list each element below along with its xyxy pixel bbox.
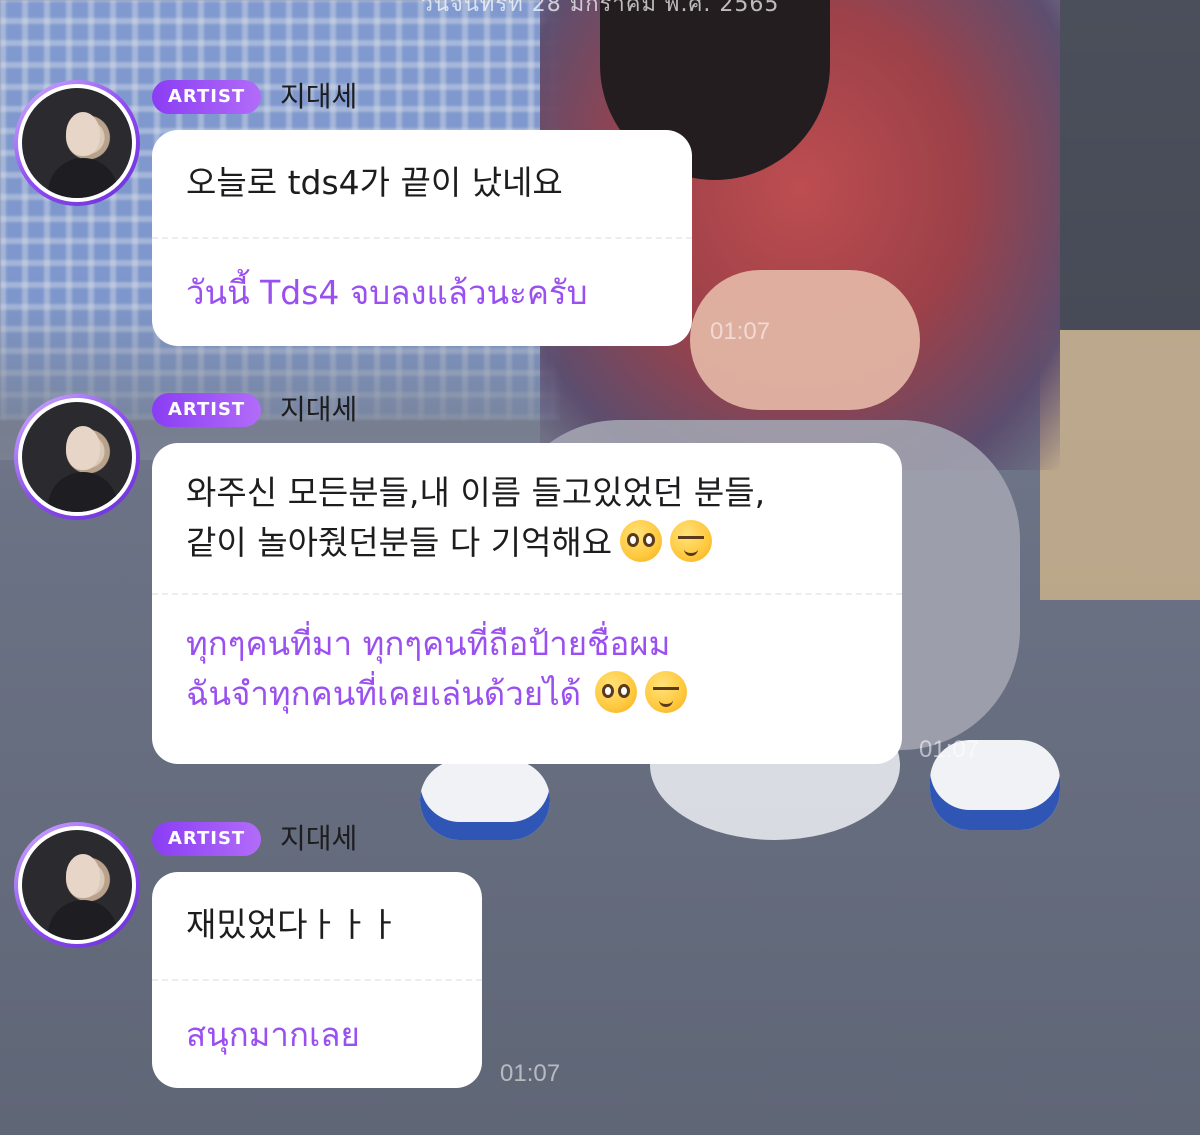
sender-name: 지대세	[280, 80, 358, 113]
original-text-line: 와주신 모든분들,내 이름 들고있었던 분들,	[186, 473, 766, 512]
artist-badge: ARTIST	[152, 822, 262, 856]
message-bubble[interactable]: 재밌었다ㅏㅏㅏ สนุกมากเลย	[152, 872, 482, 1088]
message-time: 01:07	[710, 318, 771, 345]
background-dark-corner	[1060, 0, 1200, 330]
translation-text-line: ทุกๆคนที่มา ทุกๆคนที่ถือป้ายชื่อผม	[186, 624, 671, 663]
original-text: 재밌었다ㅏㅏㅏ	[186, 905, 399, 944]
avatar[interactable]	[14, 394, 140, 520]
avatar-photo	[18, 398, 136, 516]
artist-badge: ARTIST	[152, 393, 262, 427]
pleading-face-icon	[595, 671, 638, 713]
original-text: 오늘로 tds4가 끝이 났네요	[186, 163, 563, 202]
original-text-line-2: 같이 놀아줬던분들 다 기억해요	[186, 518, 868, 568]
pleading-face-icon	[620, 520, 663, 562]
background-shoe-left	[420, 760, 550, 840]
date-header: วันจันทร์ที่ 28 มกราคม พ.ศ. 2565	[420, 0, 780, 17]
translation-text-line-2: ฉันจำทุกคนที่เคยเล่นด้วยได้	[186, 669, 868, 719]
message-bubble[interactable]: 오늘로 tds4가 끝이 났네요 วันนี้ Tds4 จบลงแล้วนะค…	[152, 130, 692, 346]
relieved-face-icon	[645, 671, 688, 713]
translation-text: วันนี้ Tds4 จบลงแล้วนะครับ	[186, 273, 588, 312]
artist-badge: ARTIST	[152, 80, 262, 114]
sender-name: 지대세	[280, 393, 358, 426]
message-time: 01:07	[919, 736, 980, 763]
message-bubble[interactable]: 와주신 모든분들,내 이름 들고있었던 분들, 같이 놀아줬던분들 다 기억해요…	[152, 443, 902, 764]
translation-text: สนุกมากเลย	[186, 1015, 360, 1054]
avatar-photo	[18, 84, 136, 202]
avatar-photo	[18, 826, 136, 944]
original-block: 와주신 모든분들,내 이름 들고있었던 분들, 같이 놀아줬던분들 다 기억해요	[186, 443, 868, 593]
sender-name: 지대세	[280, 822, 358, 855]
translation-block: ทุกๆคนที่มา ทุกๆคนที่ถือป้ายชื่อผม ฉันจำ…	[186, 595, 868, 719]
background-cardboard-box	[1040, 330, 1200, 600]
avatar[interactable]	[14, 822, 140, 948]
avatar[interactable]	[14, 80, 140, 206]
relieved-face-icon	[670, 520, 713, 562]
message-time: 01:07	[500, 1060, 561, 1087]
